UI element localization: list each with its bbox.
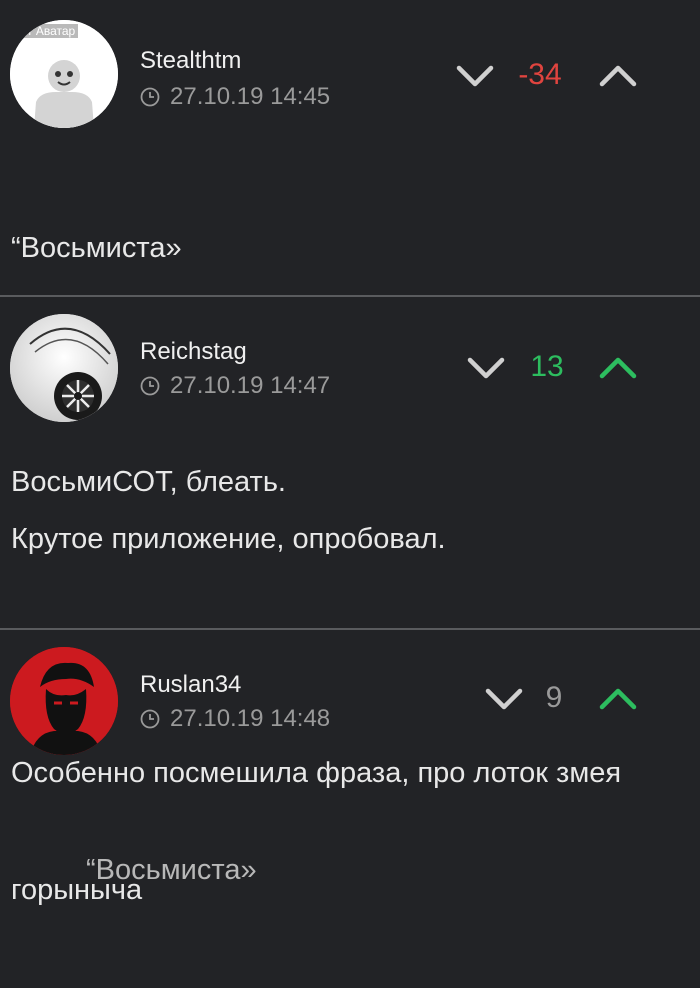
vote-up-button[interactable]	[598, 685, 638, 713]
clock-icon	[140, 376, 160, 396]
comment-date: 27.10.19 14:47	[140, 372, 330, 400]
date-text: 27.10.19 14:45	[170, 83, 331, 110]
date-text: 27.10.19 14:48	[170, 705, 331, 732]
vote-up-button[interactable]	[598, 62, 638, 90]
chevron-down-icon	[466, 354, 506, 382]
comment-text: “Восьмиста»	[86, 773, 690, 968]
chevron-down-icon	[455, 62, 495, 90]
text-line: Крутое приложение, опробовал.	[11, 523, 446, 555]
comment-date: 27.10.19 14:45	[140, 83, 330, 111]
avatar[interactable]	[10, 314, 118, 422]
avatar-image	[10, 314, 118, 422]
author-name[interactable]: Reichstag	[140, 338, 247, 366]
avatar[interactable]	[10, 647, 118, 755]
comment: т Аватар Stealthtm 27.10.19 14:45 -34 “В…	[0, 0, 700, 498]
divider	[0, 628, 700, 630]
vote-down-button[interactable]	[466, 354, 506, 382]
chevron-up-icon	[598, 62, 638, 90]
author-name[interactable]: Ruslan34	[140, 671, 241, 699]
clock-icon	[140, 709, 160, 729]
chevron-up-icon	[598, 685, 638, 713]
chevron-up-icon	[598, 354, 638, 382]
divider	[0, 295, 700, 297]
text-line: “Восьмиста»	[11, 232, 182, 264]
text-line: “Восьмиста»	[86, 854, 257, 886]
avatar-caption: т Аватар	[24, 24, 79, 38]
comment-rating: 9	[545, 681, 563, 714]
comment: Ruslan34 27.10.19 14:48 9 “Восьмиста»	[0, 631, 700, 886]
chevron-down-icon	[484, 685, 524, 713]
comment-rating: -34	[518, 58, 562, 91]
vote-up-button[interactable]	[598, 354, 638, 382]
vote-down-button[interactable]	[455, 62, 495, 90]
avatar-image	[10, 647, 118, 755]
author-name[interactable]: Stealthtm	[140, 47, 241, 75]
clock-icon	[140, 87, 160, 107]
comment-date: 27.10.19 14:48	[140, 705, 330, 733]
date-text: 27.10.19 14:47	[170, 372, 331, 399]
comment-rating: 13	[530, 350, 564, 383]
comment: Reichstag 27.10.19 14:47 13 Крутое прило…	[0, 298, 700, 906]
vote-down-button[interactable]	[484, 685, 524, 713]
avatar[interactable]: т Аватар	[10, 20, 118, 128]
